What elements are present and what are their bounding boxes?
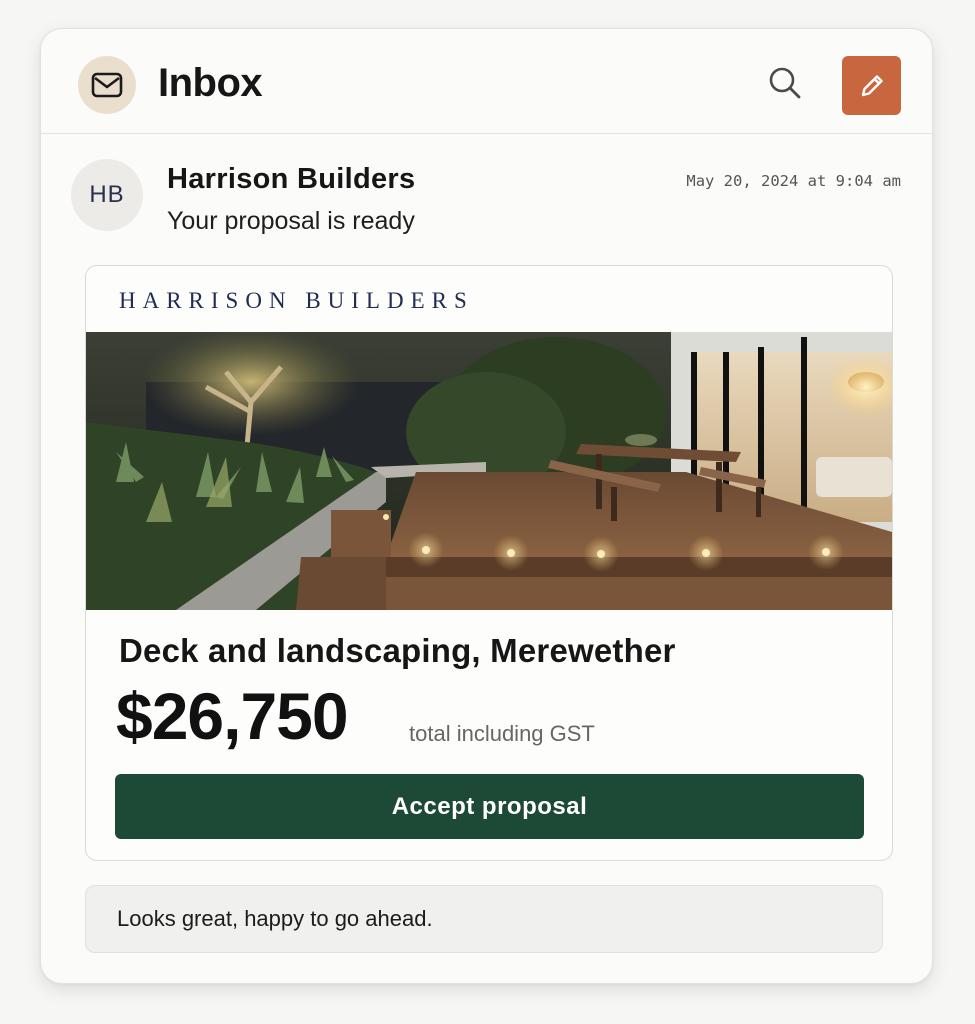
page-title: Inbox	[158, 61, 263, 105]
compose-button[interactable]	[842, 56, 901, 115]
pencil-icon	[861, 74, 883, 96]
envelope-icon	[78, 56, 136, 114]
builder-logo: HARRISON BUILDERS	[119, 288, 474, 313]
proposal-card: HARRISON BUILDERS Deck and landscaping, …	[85, 265, 893, 861]
message-timestamp: May 20, 2024 at 9:04 am	[686, 172, 901, 190]
sender-name: Harrison Builders	[167, 163, 416, 195]
price-note: total including GST	[409, 721, 595, 746]
project-photo	[86, 332, 892, 610]
proposal-price: $26,750	[116, 679, 349, 753]
avatar: HB	[71, 159, 143, 231]
message-subject: Your proposal is ready	[167, 207, 415, 235]
reply-message: Looks great, happy to go ahead.	[85, 885, 883, 953]
reply-text: Looks great, happy to go ahead.	[117, 906, 433, 931]
message-card: Inbox HB Harrison Builders May 20, 2024 …	[40, 28, 933, 984]
accept-proposal-button[interactable]: Accept proposal	[115, 774, 864, 839]
search-icon[interactable]	[765, 63, 805, 103]
inbox-header: Inbox	[41, 29, 932, 134]
job-title: Deck and landscaping, Merewether	[119, 632, 676, 669]
